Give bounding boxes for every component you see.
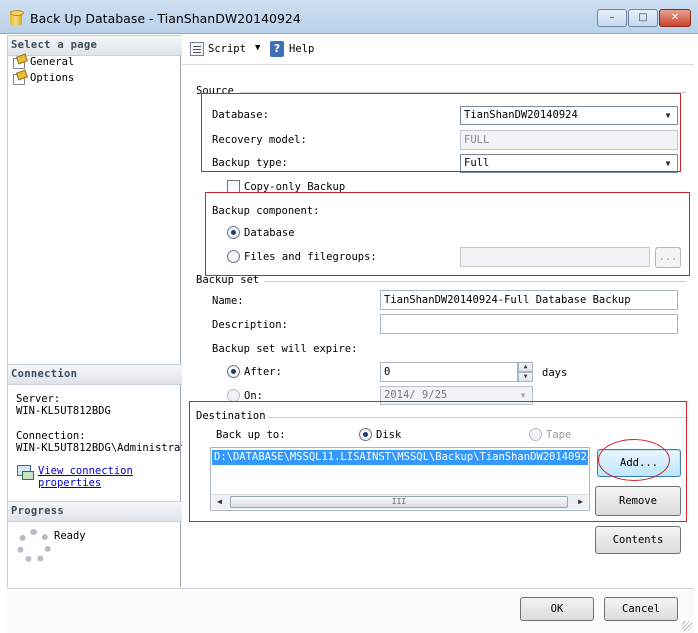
dialog-footer: OK Cancel [7, 588, 694, 633]
help-button[interactable]: Help [289, 43, 314, 55]
view-connection-link[interactable]: View connection [38, 465, 133, 477]
page-icon [12, 71, 26, 85]
cancel-button[interactable]: Cancel [604, 597, 678, 621]
stepper-down-icon[interactable]: ▼ [518, 372, 533, 382]
help-icon[interactable]: ? [270, 41, 284, 57]
progress-status: Ready [54, 530, 86, 542]
backup-name-input[interactable]: TianShanDW20140924-Full Database Backup [380, 290, 678, 310]
maximize-button[interactable]: □ [628, 9, 658, 27]
minimize-button[interactable]: – [597, 9, 627, 27]
backup-name-label: Name: [212, 295, 244, 307]
connection-label: Connection: [16, 430, 86, 442]
window-title: Back Up Database - TianShanDW20140924 [30, 11, 301, 26]
expire-after-days-input[interactable]: 0 [380, 362, 518, 382]
description-input[interactable] [380, 314, 678, 334]
title-bar[interactable]: Back Up Database - TianShanDW20140924 – … [0, 0, 698, 34]
progress-header: Progress [8, 501, 182, 522]
database-icon [10, 10, 24, 25]
sidebar-item-general[interactable]: General [12, 54, 74, 69]
days-stepper[interactable]: ▲ ▼ [518, 362, 533, 382]
expire-after-radio[interactable] [227, 365, 240, 378]
description-label: Description: [212, 319, 288, 331]
expire-after-label: After: [244, 366, 282, 378]
view-connection-properties-link[interactable]: properties [38, 477, 101, 489]
connection-properties-icon [17, 465, 34, 480]
close-button[interactable]: ✕ [659, 9, 691, 27]
select-page-header: Select a page [8, 35, 182, 56]
toolbar: Script ▼ ? Help [182, 35, 694, 65]
annotation-box-component [205, 192, 690, 276]
server-label: Server: [16, 393, 61, 405]
sidebar-item-label: Options [30, 71, 75, 84]
days-label: days [542, 367, 568, 379]
resize-grip-icon[interactable] [682, 621, 692, 631]
annotation-circle-add [598, 439, 670, 481]
annotation-box-source [201, 93, 681, 172]
server-value: WIN-KL5UT812BDG [16, 405, 111, 417]
expire-label: Backup set will expire: [212, 343, 358, 355]
connection-header: Connection [8, 364, 182, 385]
script-button[interactable]: Script [208, 43, 246, 55]
script-dropdown-icon[interactable]: ▼ [255, 43, 260, 53]
backup-set-divider [264, 281, 686, 282]
progress-spinner-icon [17, 529, 51, 563]
script-icon[interactable] [190, 42, 204, 56]
main-panel: Script ▼ ? Help Source Database: TianSha… [182, 35, 694, 587]
sidebar-item-label: General [30, 55, 75, 68]
sidebar-item-options[interactable]: Options [12, 70, 74, 85]
expire-on-date-value: 2014/ 9/25 [384, 389, 448, 401]
sidebar: Select a page General Options Connection… [7, 35, 182, 587]
ok-button[interactable]: OK [520, 597, 594, 621]
stepper-up-icon[interactable]: ▲ [518, 362, 533, 372]
contents-button[interactable]: Contents [595, 526, 681, 554]
connection-value: WIN-KL5UT812BDG\Administrat [16, 442, 182, 454]
page-icon [12, 55, 26, 69]
